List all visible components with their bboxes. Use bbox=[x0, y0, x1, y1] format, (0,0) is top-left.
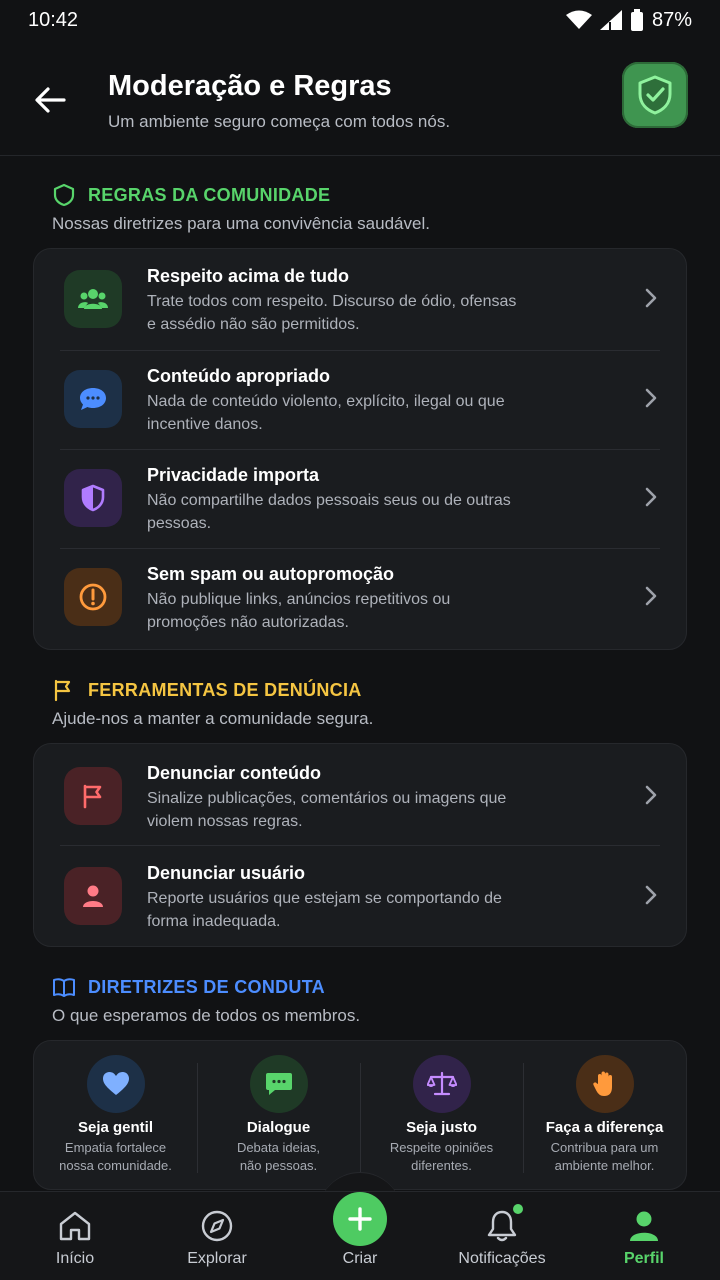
status-bar: 10:42 87% bbox=[0, 0, 720, 40]
community-rules-card: Respeito acima de tudo Trate todos com r… bbox=[33, 248, 687, 650]
section-title: FERRAMENTAS DE DENÚNCIA bbox=[88, 679, 362, 700]
section-title: REGRAS DA COMUNIDADE bbox=[88, 184, 331, 205]
rule-title: Sem spam ou autopromoção bbox=[147, 564, 395, 584]
report-title: Denunciar conteúdo bbox=[147, 763, 322, 783]
shield-check-badge bbox=[622, 62, 688, 128]
guideline-title: Seja gentil bbox=[77, 1119, 154, 1136]
home-icon bbox=[57, 1208, 93, 1244]
battery-icon bbox=[630, 9, 643, 31]
alert-circle-icon bbox=[64, 568, 122, 626]
guideline-title: Faça a diferença bbox=[545, 1119, 664, 1136]
users-icon bbox=[64, 270, 122, 328]
section-report-tools-heading: FERRAMENTAS DE DENÚNCIA bbox=[52, 678, 362, 702]
nav-label: Explorar bbox=[187, 1250, 247, 1267]
rule-title: Privacidade importa bbox=[147, 465, 320, 485]
chevron-right-icon bbox=[645, 885, 657, 905]
scale-icon bbox=[412, 1055, 471, 1113]
hand-icon bbox=[575, 1055, 634, 1113]
chevron-right-icon bbox=[645, 586, 657, 606]
rule-privacy[interactable]: Privacidade importa Não compartilhe dado… bbox=[34, 448, 686, 547]
section-subtitle: Nossas diretrizes para uma convivência s… bbox=[52, 214, 430, 233]
wifi-icon bbox=[565, 10, 592, 29]
back-button[interactable] bbox=[28, 78, 72, 122]
section-subtitle: Ajude-nos a manter a comunidade segura. bbox=[52, 709, 374, 728]
nav-label: Criar bbox=[342, 1250, 378, 1267]
page-title: Moderação e Regras bbox=[108, 70, 392, 102]
rule-title: Respeito acima de tudo bbox=[147, 266, 350, 286]
report-description: Sinalize publicações, comentários ou ima… bbox=[147, 790, 507, 830]
chevron-right-icon bbox=[645, 487, 657, 507]
nav-label: Início bbox=[55, 1250, 95, 1267]
book-open-icon bbox=[53, 978, 75, 997]
guideline-description: Debata ideias, não pessoas. bbox=[236, 1140, 321, 1173]
create-button[interactable] bbox=[333, 1192, 387, 1246]
guideline-kind[interactable]: Seja gentil Empatia fortalece nossa comun… bbox=[34, 1041, 197, 1189]
battery-level: 87% bbox=[651, 8, 692, 31]
clock: 10:42 bbox=[28, 8, 79, 31]
flag-outline-icon bbox=[54, 679, 71, 702]
nav-explore[interactable]: Explorar bbox=[157, 1192, 277, 1280]
rule-description: Trate todos com respeito. Discurso de ód… bbox=[147, 293, 517, 333]
chevron-right-icon bbox=[645, 785, 657, 805]
section-title: DIRETRIZES DE CONDUTA bbox=[88, 976, 325, 997]
guideline-fair[interactable]: Seja justo Respeite opiniões diferentes. bbox=[360, 1041, 523, 1189]
rule-respect[interactable]: Respeito acima de tudo Trate todos com r… bbox=[34, 249, 686, 348]
message-icon bbox=[249, 1055, 308, 1113]
report-title: Denunciar usuário bbox=[147, 863, 306, 883]
rule-description: Nada de conteúdo violento, explícito, il… bbox=[147, 393, 505, 433]
guideline-title: Dialogue bbox=[246, 1119, 311, 1136]
report-content-row[interactable]: Denunciar conteúdo Sinalize publicações,… bbox=[34, 746, 686, 845]
status-icons: 87% bbox=[565, 8, 692, 32]
report-user-row[interactable]: Denunciar usuário Reporte usuários que e… bbox=[34, 846, 686, 945]
guideline-title: Seja justo bbox=[406, 1119, 477, 1136]
report-description: Reporte usuários que estejam se comporta… bbox=[147, 890, 502, 930]
chevron-right-icon bbox=[645, 388, 657, 408]
guideline-dialogue[interactable]: Dialogue Debata ideias, não pessoas. bbox=[197, 1041, 360, 1189]
profile-icon bbox=[626, 1208, 662, 1244]
nav-label: Notificações bbox=[458, 1250, 546, 1267]
plus-icon bbox=[348, 1207, 372, 1231]
report-tools-card: Denunciar conteúdo Sinalize publicações,… bbox=[33, 743, 687, 947]
rule-description: Não compartilhe dados pessoais seus ou d… bbox=[147, 492, 511, 532]
heart-icon bbox=[86, 1055, 145, 1113]
user-icon bbox=[64, 867, 122, 925]
guideline-description: Empatia fortalece nossa comunidade. bbox=[59, 1140, 172, 1173]
guideline-description: Respeite opiniões diferentes. bbox=[389, 1140, 494, 1173]
rule-no-spam[interactable]: Sem spam ou autopromoção Não publique li… bbox=[34, 547, 686, 646]
nav-profile[interactable]: Perfil bbox=[584, 1192, 704, 1280]
arrow-left-icon bbox=[35, 87, 66, 113]
guideline-description: Contribua para um ambiente melhor. bbox=[550, 1140, 659, 1173]
conduct-guidelines-card: Seja gentil Empatia fortalece nossa comun… bbox=[33, 1040, 687, 1190]
notification-dot bbox=[513, 1204, 523, 1214]
compass-icon bbox=[199, 1208, 235, 1244]
section-subtitle: O que esperamos de todos os membros. bbox=[52, 1006, 361, 1025]
chevron-right-icon bbox=[645, 288, 657, 308]
shield-outline-icon bbox=[53, 183, 75, 207]
section-conduct-heading: DIRETRIZES DE CONDUTA bbox=[52, 975, 325, 999]
chat-bubble-icon bbox=[64, 370, 122, 428]
shield-check-icon bbox=[638, 75, 672, 115]
nav-label: Perfil bbox=[623, 1250, 664, 1267]
shield-icon bbox=[64, 469, 122, 527]
bell-icon bbox=[484, 1208, 520, 1244]
signal-icon bbox=[599, 10, 622, 30]
section-community-rules-heading: REGRAS DA COMUNIDADE bbox=[52, 183, 330, 207]
rule-appropriate-content[interactable]: Conteúdo apropriado Nada de conteúdo vio… bbox=[34, 349, 686, 448]
flag-icon bbox=[64, 767, 122, 825]
page-subtitle: Um ambiente seguro começa com todos nós. bbox=[108, 112, 451, 131]
rule-title: Conteúdo apropriado bbox=[147, 366, 330, 386]
app-header: Moderação e Regras Um ambiente seguro co… bbox=[0, 58, 720, 156]
nav-notifications[interactable]: Notificações bbox=[442, 1192, 562, 1280]
nav-home[interactable]: Início bbox=[15, 1192, 135, 1280]
rule-description: Não publique links, anúncios repetitivos… bbox=[147, 591, 451, 631]
guideline-make-difference[interactable]: Faça a diferença Contribua para um ambien… bbox=[523, 1041, 686, 1189]
